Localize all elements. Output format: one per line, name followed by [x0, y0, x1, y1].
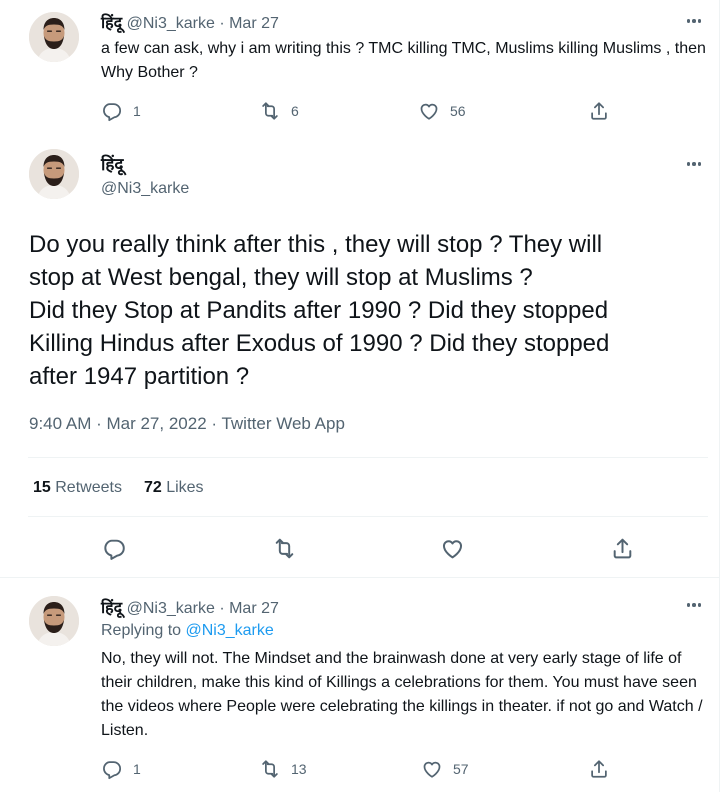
main-tweet-text: Do you really think after this , they wi… [29, 228, 709, 393]
avatar[interactable] [29, 12, 79, 62]
replying-to-handle[interactable]: @Ni3_karke [186, 622, 274, 639]
more-icon[interactable] [683, 13, 705, 29]
retweet-count: 13 [291, 761, 307, 777]
like-icon [440, 536, 465, 561]
retweet-button[interactable]: 6 [259, 99, 299, 123]
share-icon [610, 536, 635, 561]
tweet-thread: हिंदू @Ni3_karke · Mar 27 a few can ask,… [0, 0, 720, 792]
retweet-icon [259, 100, 281, 122]
display-name[interactable]: हिंदू [101, 598, 122, 617]
tweet-text-line: Killing Hindus after Exodus of 1990 ? Di… [29, 330, 610, 357]
reply-icon [101, 758, 123, 780]
replying-to: Replying to @Ni3_karke [101, 622, 274, 640]
like-total: 72 [143, 479, 162, 496]
share-button[interactable] [588, 99, 610, 123]
share-button[interactable] [588, 757, 610, 781]
retweets-stat[interactable]: 15 Retweets [33, 479, 122, 497]
more-icon[interactable] [683, 597, 705, 613]
replying-to-label: Replying to [101, 622, 182, 639]
like-count: 57 [453, 761, 469, 777]
reply-button[interactable]: 1 [101, 99, 141, 123]
tweet-text-line: stop at West bengal, they will stop at M… [29, 264, 533, 291]
reply-button[interactable]: 1 [101, 757, 141, 781]
reply-count: 1 [133, 761, 141, 777]
likes-stat[interactable]: 72 Likes [144, 479, 204, 497]
user-handle[interactable]: @Ni3_karke [101, 180, 189, 198]
tweet-timestamp[interactable]: 9:40 AM · Mar 27, 2022 · Twitter Web App [29, 414, 345, 434]
share-icon [588, 758, 610, 780]
like-icon [418, 100, 440, 122]
tweet-header: हिंदू @Ni3_karke · Mar 27 [101, 11, 279, 33]
like-button[interactable]: 57 [421, 757, 469, 781]
tweet-text-line: Do you really think after this , they wi… [29, 231, 603, 258]
tweet-text: a few can ask, why i am writing this ? T… [101, 40, 706, 81]
share-button[interactable] [610, 536, 635, 566]
reply-button[interactable] [102, 536, 127, 566]
divider [28, 516, 708, 517]
divider [0, 577, 720, 578]
tweet-text-line: Did they Stop at Pandits after 1990 ? Di… [29, 297, 609, 324]
retweet-total: 15 [33, 479, 51, 496]
retweet-count: 6 [291, 103, 299, 119]
tweet-text: No, they will not. The Mindset and the b… [101, 650, 703, 739]
tweet-text-line: after 1947 partition ? [29, 363, 250, 390]
retweet-icon [272, 536, 297, 561]
tweet-actions: 1 13 57 [101, 757, 621, 781]
display-name[interactable]: हिंदू [101, 13, 122, 32]
avatar[interactable] [29, 149, 79, 199]
tweet-actions: 1 6 56 [101, 99, 621, 123]
like-label: Likes [166, 479, 204, 496]
more-icon[interactable] [683, 156, 705, 172]
reply-icon [101, 100, 123, 122]
retweet-icon [259, 758, 281, 780]
main-tweet-actions [0, 536, 720, 562]
tweet-date[interactable]: · Mar 27 [219, 600, 279, 617]
retweet-button[interactable]: 13 [259, 757, 307, 781]
like-button[interactable] [440, 536, 465, 566]
tweet-header: हिंदू @Ni3_karke · Mar 27 [101, 596, 279, 618]
like-button[interactable]: 56 [418, 99, 466, 123]
avatar[interactable] [29, 596, 79, 646]
divider [28, 457, 708, 458]
retweet-label: Retweets [55, 479, 122, 496]
reply-icon [102, 536, 127, 561]
user-handle[interactable]: @Ni3_karke [127, 600, 215, 617]
engagement-stats: 15 Retweets 72 Likes [33, 479, 204, 497]
like-count: 56 [450, 103, 466, 119]
display-name[interactable]: हिंदू [101, 152, 123, 175]
like-icon [421, 758, 443, 780]
user-handle[interactable]: @Ni3_karke [127, 15, 215, 32]
tweet-date[interactable]: · Mar 27 [219, 15, 279, 32]
retweet-button[interactable] [272, 536, 297, 566]
reply-count: 1 [133, 103, 141, 119]
share-icon [588, 100, 610, 122]
